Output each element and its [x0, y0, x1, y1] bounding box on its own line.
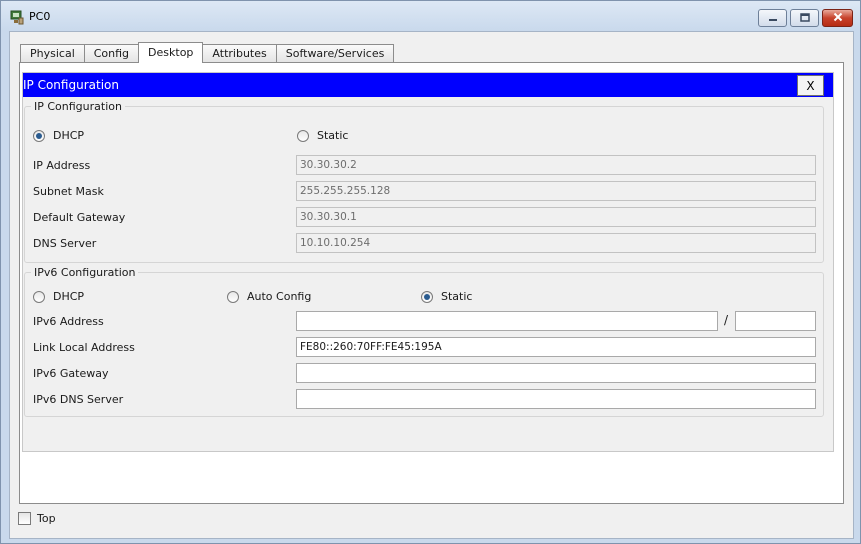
radio-selected-icon	[33, 129, 45, 142]
ipv6-dns-server-field[interactable]	[296, 389, 816, 409]
radio-selected-icon	[421, 290, 433, 303]
ipv4-dhcp-label: DHCP	[53, 129, 85, 142]
tab-desktop[interactable]: Desktop	[138, 42, 204, 63]
ipv4-dhcp-radio[interactable]: DHCP	[33, 129, 84, 142]
ipv6-static-label: Static	[441, 290, 473, 303]
minimize-button[interactable]	[758, 9, 787, 27]
subnet-mask-label: Subnet Mask	[33, 185, 104, 198]
maximize-button[interactable]	[790, 9, 819, 27]
close-button[interactable]	[822, 9, 853, 27]
minimize-icon	[768, 12, 778, 25]
ip-configuration-app: IP Configuration X IP Configuration DHCP…	[22, 72, 834, 452]
ipv6-auto-config-radio[interactable]: Auto Config	[227, 290, 311, 303]
prefix-separator: /	[724, 313, 729, 327]
dns-server-field[interactable]: 10.10.10.254	[296, 233, 816, 253]
tab-bar: Physical Config Desktop Attributes Softw…	[20, 42, 395, 63]
top-checkbox-label: Top	[37, 512, 56, 525]
ipv4-static-radio[interactable]: Static	[297, 129, 348, 142]
default-gateway-field[interactable]: 30.30.30.1	[296, 207, 816, 227]
dns-server-label: DNS Server	[33, 237, 97, 250]
tab-software-services[interactable]: Software/Services	[275, 44, 395, 63]
radio-unselected-icon	[227, 290, 239, 303]
app-close-button[interactable]: X	[797, 75, 824, 96]
top-checkbox[interactable]: Top	[18, 512, 56, 525]
link-local-address-field[interactable]: FE80::260:70FF:FE45:195A	[296, 337, 816, 357]
ipv6-static-radio[interactable]: Static	[421, 290, 472, 303]
window-client-area: Physical Config Desktop Attributes Softw…	[9, 31, 854, 539]
ipv4-config-legend: IP Configuration	[34, 100, 122, 113]
tab-physical[interactable]: Physical	[20, 44, 85, 63]
ipv6-dhcp-label: DHCP	[53, 290, 85, 303]
ipv6-address-label: IPv6 Address	[33, 315, 104, 328]
ipv6-config-legend: IPv6 Configuration	[34, 266, 136, 279]
ip-address-label: IP Address	[33, 159, 91, 172]
radio-unselected-icon	[33, 290, 45, 303]
tab-config[interactable]: Config	[83, 44, 140, 63]
app-title: IP Configuration	[23, 78, 119, 92]
ipv4-static-label: Static	[317, 129, 349, 142]
maximize-icon	[799, 12, 810, 25]
ipv6-prefix-length-field[interactable]	[735, 311, 816, 331]
tab-attributes[interactable]: Attributes	[202, 44, 277, 63]
ipv6-address-field[interactable]	[296, 311, 718, 331]
ipv6-dns-server-label: IPv6 DNS Server	[33, 393, 124, 406]
pc-monitor-icon	[9, 9, 25, 25]
ipv6-config-group: IPv6 Configuration DHCP Auto Config Stat…	[24, 266, 824, 417]
close-icon	[833, 12, 843, 25]
ipv6-dhcp-radio[interactable]: DHCP	[33, 290, 84, 303]
ipv6-gateway-label: IPv6 Gateway	[33, 367, 109, 380]
title-bar[interactable]: PC0	[1, 1, 860, 31]
pc-window: PC0 Physical Config Desktop Attributes S…	[0, 0, 861, 544]
link-local-address-label: Link Local Address	[33, 341, 135, 354]
subnet-mask-field[interactable]: 255.255.255.128	[296, 181, 816, 201]
default-gateway-label: Default Gateway	[33, 211, 126, 224]
radio-unselected-icon	[297, 129, 309, 142]
ipv4-config-group: IP Configuration DHCP Static IP Address …	[24, 100, 824, 263]
desktop-tab-panel: IP Configuration X IP Configuration DHCP…	[19, 62, 844, 504]
ipv6-auto-config-label: Auto Config	[247, 290, 312, 303]
app-title-bar: IP Configuration X	[23, 73, 833, 97]
checkbox-unchecked-icon	[18, 512, 31, 525]
ipv6-gateway-field[interactable]	[296, 363, 816, 383]
ip-address-field[interactable]: 30.30.30.2	[296, 155, 816, 175]
window-title: PC0	[29, 10, 51, 23]
